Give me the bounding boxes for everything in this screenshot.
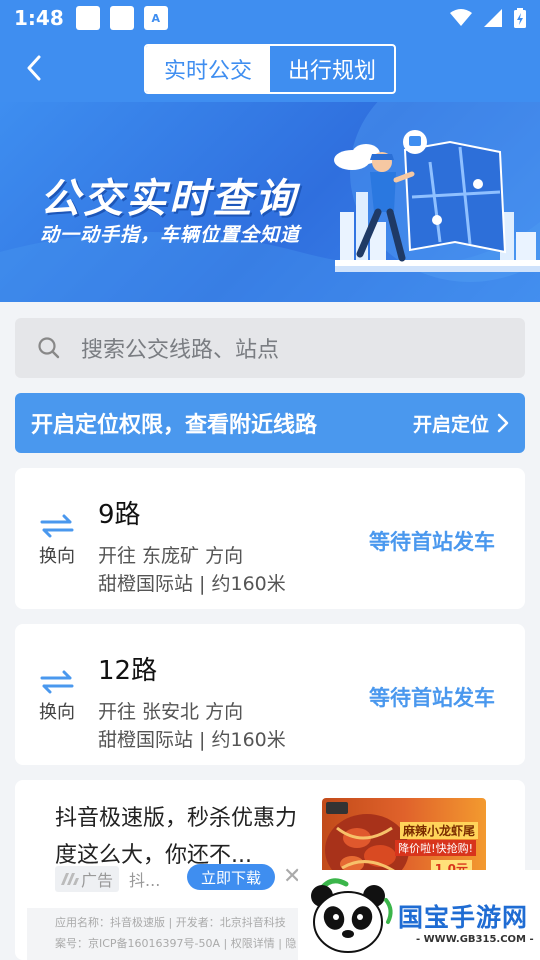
chevron-left-icon: [27, 55, 41, 81]
route-status: 等待首站发车: [369, 686, 495, 710]
route-direction: 开往 张安北 方向: [98, 701, 244, 723]
notification-icon: [109, 6, 134, 30]
tab-trip-planning[interactable]: 出行规划: [270, 46, 394, 92]
ad-disclosure-line: 应用名称：抖音极速版 | 开发者：北京抖音科技: [55, 916, 286, 929]
chevron-right-icon: [497, 413, 509, 433]
ad-headline: 抖音极速版，秒杀优惠力度这么大，你还不...: [55, 806, 298, 868]
watermark-url: - WWW.GB315.COM -: [416, 934, 534, 945]
search-icon: [38, 337, 60, 359]
tab-switcher: 实时公交 出行规划: [144, 44, 396, 94]
ad-image-title: 麻辣小龙虾尾: [399, 822, 478, 839]
ad-logo-icon: [61, 873, 79, 885]
promo-banner: 公交实时查询 动一动手指，车辆位置全知道: [0, 102, 540, 302]
route-direction: 开往 东庞矿 方向: [98, 545, 244, 567]
route-card[interactable]: 换向 9路 开往 东庞矿 方向 甜橙国际站 | 约160米 等待首站发车: [15, 468, 525, 609]
search-input[interactable]: 搜索公交线路、站点: [15, 318, 525, 378]
panda-logo-icon: [311, 878, 393, 953]
enable-location-button[interactable]: 开启定位: [413, 410, 509, 437]
battery-icon: [514, 8, 526, 28]
swap-arrows-icon: [40, 670, 74, 694]
status-time: 1:48: [14, 6, 64, 30]
wifi-icon: [450, 9, 472, 26]
tab-realtime-bus[interactable]: 实时公交: [146, 46, 270, 92]
route-stop-distance: 甜橙国际站 | 约160米: [98, 573, 286, 595]
route-stop-distance: 甜橙国际站 | 约160米: [98, 729, 286, 751]
swap-direction-button[interactable]: 换向: [37, 670, 77, 724]
app-header: 实时公交 出行规划: [0, 36, 540, 102]
ad-app-name: 抖...: [129, 871, 161, 890]
ad-disclosure-line: 案号：京ICP备16016397号-50A | 权限详情 | 隐: [55, 937, 297, 950]
ad-meta: 广告 抖...: [55, 866, 174, 892]
route-card[interactable]: 换向 12路 开往 张安北 方向 甜橙国际站 | 约160米 等待首站发车: [15, 624, 525, 765]
download-button[interactable]: 立即下载: [187, 864, 276, 890]
notification-a-icon: A: [143, 6, 168, 30]
site-watermark: 国宝手游网 - WWW.GB315.COM -: [298, 870, 540, 960]
back-button[interactable]: [18, 52, 50, 84]
route-name: 9路: [98, 500, 141, 530]
banner-subtitle: 动一动手指，车辆位置全知道: [40, 224, 301, 246]
route-status: 等待首站发车: [369, 530, 495, 554]
ad-tag: 广告: [55, 866, 120, 892]
swap-direction-button[interactable]: 换向: [37, 514, 77, 568]
search-placeholder: 搜索公交线路、站点: [81, 338, 280, 363]
swap-label: 换向: [39, 546, 75, 567]
ad-image-subtitle: 降价啦!快抢购!: [395, 840, 476, 856]
notification-icon: [75, 6, 100, 30]
location-permission-bar: 开启定位权限，查看附近线路 开启定位: [15, 393, 525, 453]
route-name: 12路: [98, 656, 158, 686]
enable-location-label: 开启定位: [412, 413, 489, 436]
swap-label: 换向: [39, 702, 75, 723]
status-bar: 1:48 A: [0, 0, 540, 36]
ad-tag-label: 广告: [81, 871, 114, 890]
signal-icon: [484, 9, 502, 27]
swap-arrows-icon: [40, 514, 74, 538]
banner-title: 公交实时查询: [40, 176, 298, 222]
location-message: 开启定位权限，查看附近线路: [31, 413, 318, 438]
watermark-text: 国宝手游网: [398, 903, 529, 932]
